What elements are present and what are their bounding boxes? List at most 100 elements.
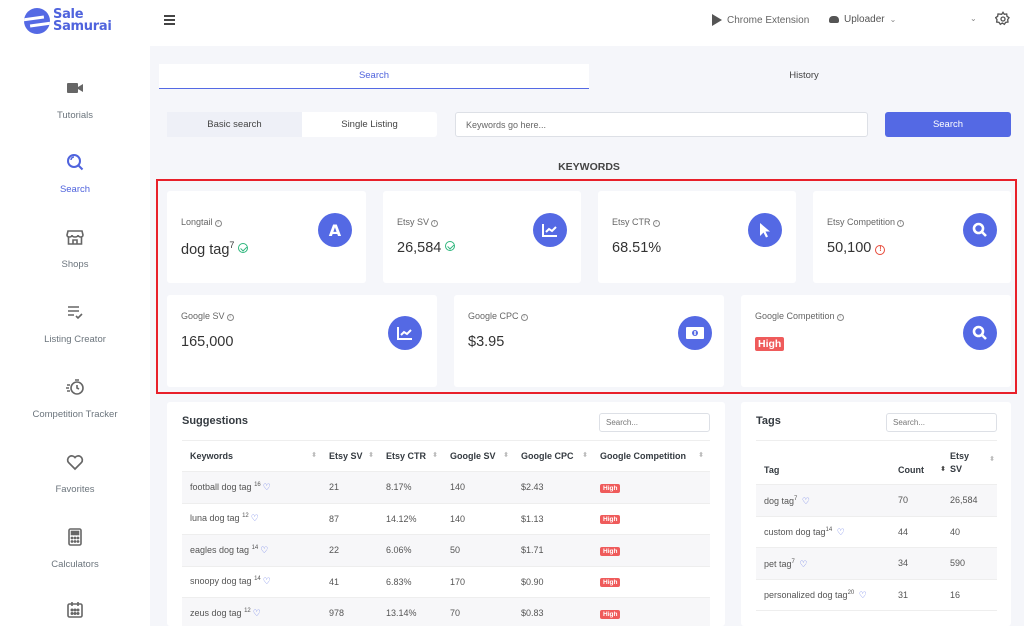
high-badge: High [600, 609, 621, 619]
tag-link[interactable]: personalized dog tag [764, 590, 848, 600]
tag-link[interactable]: custom dog tag [764, 527, 826, 537]
heart-icon[interactable]: ♡ [799, 559, 807, 569]
keyword-link[interactable]: snoopy dog tag [190, 576, 252, 586]
column-header-google-cpc[interactable]: Google CPC ⬍ [515, 440, 594, 472]
sidebar-item-calculators[interactable]: Calculators [0, 527, 150, 570]
column-header-keywords[interactable]: Keywords ⬍ [182, 440, 323, 472]
column-header-google-competition[interactable]: Google Competition ⬍ [594, 440, 710, 472]
keyword-link[interactable]: luna dog tag [190, 513, 240, 523]
keyword-cell[interactable]: football dog tag 16 ♡ [182, 471, 323, 504]
heart-icon[interactable]: ♡ [253, 608, 261, 618]
search-button[interactable]: Search [885, 112, 1011, 137]
table-row: dog tag7 ♡ 70 26,584 [756, 484, 997, 517]
tag-cell[interactable]: personalized dog tag20 ♡ [756, 579, 896, 611]
column-header-etsy-sv[interactable]: Etsy SV ⬍ [323, 440, 380, 472]
sort-icon[interactable]: ⬍ [311, 451, 317, 459]
column-header-count[interactable]: Count ⬍ [896, 440, 948, 485]
chrome-extension-link[interactable]: Chrome Extension [712, 14, 809, 26]
tag-link[interactable]: dog tag [764, 496, 794, 506]
user-menu-chevron-icon[interactable]: ⌄ [970, 14, 977, 23]
google-sv-cell: 170 [444, 566, 515, 598]
suggestions-search-input[interactable] [599, 413, 710, 432]
high-badge: High [600, 546, 621, 556]
google-competition-cell: High [594, 566, 710, 598]
heart-icon[interactable]: ♡ [859, 590, 867, 600]
tab-history[interactable]: History [589, 64, 1019, 89]
gear-icon[interactable] [995, 11, 1011, 27]
sidebar-item-favorites[interactable]: Favorites [0, 452, 150, 495]
basic-search-button[interactable]: Basic search [167, 112, 302, 137]
keyword-cell[interactable]: luna dog tag 12 ♡ [182, 503, 323, 535]
tab-search[interactable]: Search [159, 64, 589, 89]
google-competition-cell: High [594, 503, 710, 535]
sidebar-item-competition-tracker[interactable]: Competition Tracker [0, 377, 150, 420]
menu-toggle-icon[interactable] [164, 15, 175, 25]
sidebar-item-calendar[interactable] [0, 600, 150, 626]
keywords-highlight-box [156, 179, 1017, 394]
logo[interactable]: Sale Samurai [24, 8, 112, 34]
sort-icon[interactable]: ⬍ [698, 451, 704, 459]
column-header-etsy-sv[interactable]: Etsy SV ⬍ [948, 440, 997, 485]
count-cell: 44 [896, 516, 948, 548]
sidebar-item-label: Tutorials [56, 110, 94, 121]
sort-icon[interactable]: ⬍ [989, 453, 995, 466]
keyword-cell[interactable]: eagles dog tag 14 ♡ [182, 534, 323, 567]
uploader-dropdown[interactable]: Uploader ⌄ [829, 14, 896, 25]
heart-icon[interactable]: ♡ [263, 576, 271, 586]
heart-icon[interactable]: ♡ [251, 513, 259, 523]
heart-icon[interactable]: ♡ [837, 527, 845, 537]
logo-icon [24, 8, 50, 34]
google-sv-cell: 140 [444, 503, 515, 535]
keyword-cell[interactable]: snoopy dog tag 14 ♡ [182, 566, 323, 598]
keyword-link[interactable]: eagles dog tag [190, 545, 249, 555]
table-row: eagles dog tag 14 ♡ 22 6.06% 50 $1.71 High [182, 534, 710, 567]
tag-cell[interactable]: pet tag7 ♡ [756, 547, 896, 580]
single-listing-button[interactable]: Single Listing [302, 112, 437, 137]
tag-cell[interactable]: custom dog tag14 ♡ [756, 516, 896, 548]
calendar-icon [67, 602, 83, 618]
column-header-etsy-ctr[interactable]: Etsy CTR ⬍ [380, 440, 444, 472]
tags-panel: Tags Tag Count⬍ Etsy SV⬍ dog tag7 ♡7026,… [741, 402, 1011, 626]
etsy-ctr-cell: 6.83% [380, 566, 444, 598]
tags-search-input[interactable] [886, 413, 997, 432]
tags-table: Tag Count ⬍ Etsy SV ⬍ dog tag7 ♡ 70 26,584 cu… [756, 440, 997, 611]
sort-icon[interactable]: ⬍ [432, 451, 438, 459]
heart-icon[interactable]: ♡ [260, 545, 268, 555]
sidebar-item-tutorials[interactable]: Tutorials [0, 78, 150, 121]
sort-icon[interactable]: ⬍ [582, 451, 588, 459]
sidebar: Tutorials Search Shops Listing Creator C… [0, 46, 150, 626]
chevron-down-icon: ⌄ [889, 15, 897, 24]
chrome-extension-label: Chrome Extension [727, 14, 810, 26]
etsy-sv-cell: 978 [323, 597, 380, 626]
word-count: 7 [794, 495, 798, 502]
google-sv-cell: 50 [444, 534, 515, 567]
sidebar-item-search[interactable]: Search [0, 152, 150, 195]
table-row: custom dog tag14 ♡ 44 40 [756, 516, 997, 548]
google-cpc-cell: $1.71 [515, 534, 594, 567]
keywords-input[interactable] [455, 112, 868, 137]
sidebar-item-label: Competition Tracker [32, 409, 118, 420]
word-count: 16 [254, 481, 261, 488]
table-row: personalized dog tag20 ♡ 31 16 [756, 579, 997, 611]
sort-icon[interactable]: ⬍ [503, 451, 509, 459]
column-header-tag[interactable]: Tag [756, 440, 896, 485]
etsy-ctr-cell: 13.14% [380, 597, 444, 626]
sort-desc-icon[interactable]: ⬍ [940, 465, 946, 473]
keyword-cell[interactable]: zeus dog tag 12 ♡ [182, 597, 323, 626]
sort-icon[interactable]: ⬍ [368, 451, 374, 459]
google-cpc-cell: $0.83 [515, 597, 594, 626]
tag-cell[interactable]: dog tag7 ♡ [756, 484, 896, 517]
top-bar: Sale Samurai Chrome Extension Uploader ⌄… [0, 0, 1024, 46]
tag-link[interactable]: pet tag [764, 559, 792, 569]
column-header-google-sv[interactable]: Google SV ⬍ [444, 440, 515, 472]
high-badge: High [600, 578, 621, 588]
etsy-sv-cell: 590 [948, 547, 997, 580]
keyword-link[interactable]: football dog tag [190, 482, 252, 492]
sidebar-item-shops[interactable]: Shops [0, 227, 150, 270]
word-count: 12 [244, 607, 251, 614]
play-store-icon [712, 14, 722, 26]
keyword-link[interactable]: zeus dog tag [190, 608, 242, 618]
heart-icon[interactable]: ♡ [802, 496, 810, 506]
sidebar-item-listing-creator[interactable]: Listing Creator [0, 302, 150, 345]
heart-icon[interactable]: ♡ [263, 482, 271, 492]
